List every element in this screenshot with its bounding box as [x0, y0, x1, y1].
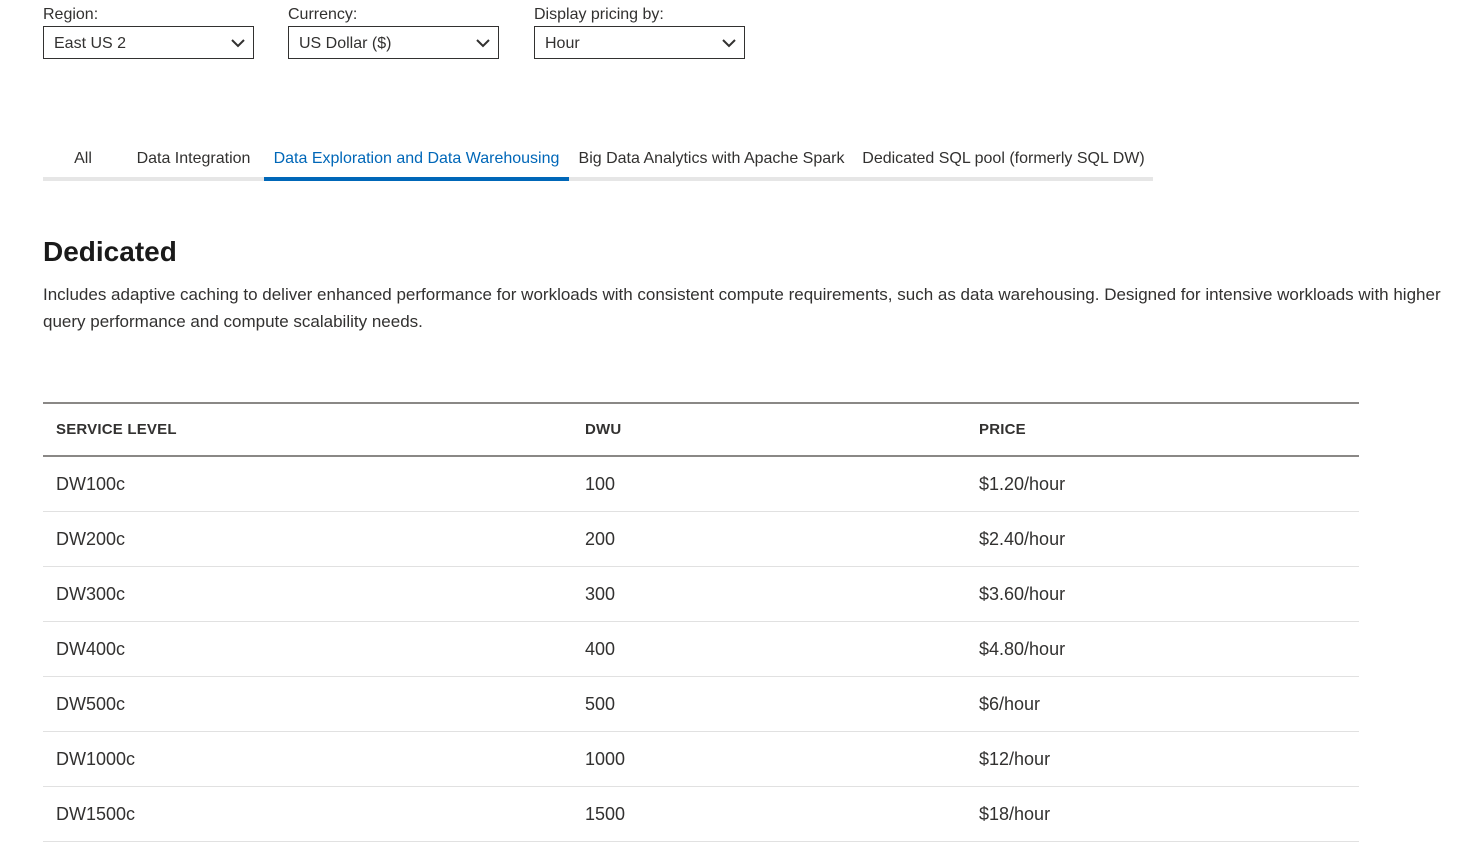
- cell-dwu: 300: [585, 584, 616, 604]
- cell-dwu: 500: [585, 694, 616, 714]
- chevron-down-icon: [476, 39, 490, 48]
- cell-service-level: DW500c: [56, 694, 126, 714]
- table-row: DW300c 300 $3.60/hour: [43, 567, 1359, 622]
- tab-all[interactable]: All: [43, 140, 123, 181]
- currency-filter: Currency: US Dollar ($): [288, 6, 499, 59]
- cell-dwu: 1000: [585, 749, 626, 769]
- display-pricing-select[interactable]: Hour: [534, 26, 745, 59]
- table-row: DW1500c 1500 $18/hour: [43, 787, 1359, 842]
- cell-price: $2.40/hour: [979, 529, 1066, 549]
- cell-service-level: DW1500c: [56, 804, 136, 824]
- cell-price: $6/hour: [979, 694, 1041, 714]
- chevron-down-icon: [722, 39, 736, 48]
- table-row: DW100c 100 $1.20/hour: [43, 457, 1359, 512]
- cell-service-level: DW1000c: [56, 749, 136, 769]
- table-header-row: SERVICE LEVEL DWU PRICE: [43, 404, 1359, 457]
- cell-dwu: 100: [585, 474, 616, 494]
- cell-price: $12/hour: [979, 749, 1051, 769]
- table-row: DW500c 500 $6/hour: [43, 677, 1359, 732]
- chevron-down-icon: [231, 39, 245, 48]
- table-row: DW400c 400 $4.80/hour: [43, 622, 1359, 677]
- cell-service-level: DW200c: [56, 529, 126, 549]
- table-row: DW1000c 1000 $12/hour: [43, 732, 1359, 787]
- cell-price: $1.20/hour: [979, 474, 1066, 494]
- display-pricing-select-value: Hour: [545, 35, 580, 52]
- table-row: DW200c 200 $2.40/hour: [43, 512, 1359, 567]
- region-select[interactable]: East US 2: [43, 26, 254, 59]
- category-tabs: All Data Integration Data Exploration an…: [43, 140, 1153, 181]
- tab-big-data-analytics-spark[interactable]: Big Data Analytics with Apache Spark: [569, 140, 854, 181]
- header-service-level: SERVICE LEVEL: [56, 421, 177, 438]
- cell-dwu: 200: [585, 529, 616, 549]
- section-description: Includes adaptive caching to deliver enh…: [43, 285, 1441, 331]
- cell-service-level: DW400c: [56, 639, 126, 659]
- cell-price: $4.80/hour: [979, 639, 1066, 659]
- pricing-filters: Region: East US 2 Currency: US Dollar ($…: [43, 6, 803, 66]
- cell-service-level: DW100c: [56, 474, 126, 494]
- cell-service-level: DW300c: [56, 584, 126, 604]
- currency-label: Currency:: [288, 6, 358, 23]
- tab-dedicated-sql-pool[interactable]: Dedicated SQL pool (formerly SQL DW): [854, 140, 1153, 181]
- region-label: Region:: [43, 6, 99, 23]
- header-dwu: DWU: [585, 421, 622, 438]
- cell-dwu: 1500: [585, 804, 626, 824]
- cell-price: $18/hour: [979, 804, 1051, 824]
- header-price: PRICE: [979, 421, 1026, 438]
- cell-price: $3.60/hour: [979, 584, 1066, 604]
- currency-select-value: US Dollar ($): [299, 35, 392, 52]
- tab-data-integration[interactable]: Data Integration: [123, 140, 264, 181]
- currency-select[interactable]: US Dollar ($): [288, 26, 499, 59]
- display-pricing-filter: Display pricing by: Hour: [534, 6, 745, 59]
- region-select-value: East US 2: [54, 35, 127, 52]
- pricing-table: SERVICE LEVEL DWU PRICE DW100c 100 $1.20…: [43, 402, 1359, 842]
- tab-data-exploration-warehousing[interactable]: Data Exploration and Data Warehousing: [264, 140, 569, 181]
- section-title: Dedicated: [43, 236, 177, 267]
- display-pricing-label: Display pricing by:: [534, 6, 664, 23]
- region-filter: Region: East US 2: [43, 6, 254, 59]
- cell-dwu: 400: [585, 639, 616, 659]
